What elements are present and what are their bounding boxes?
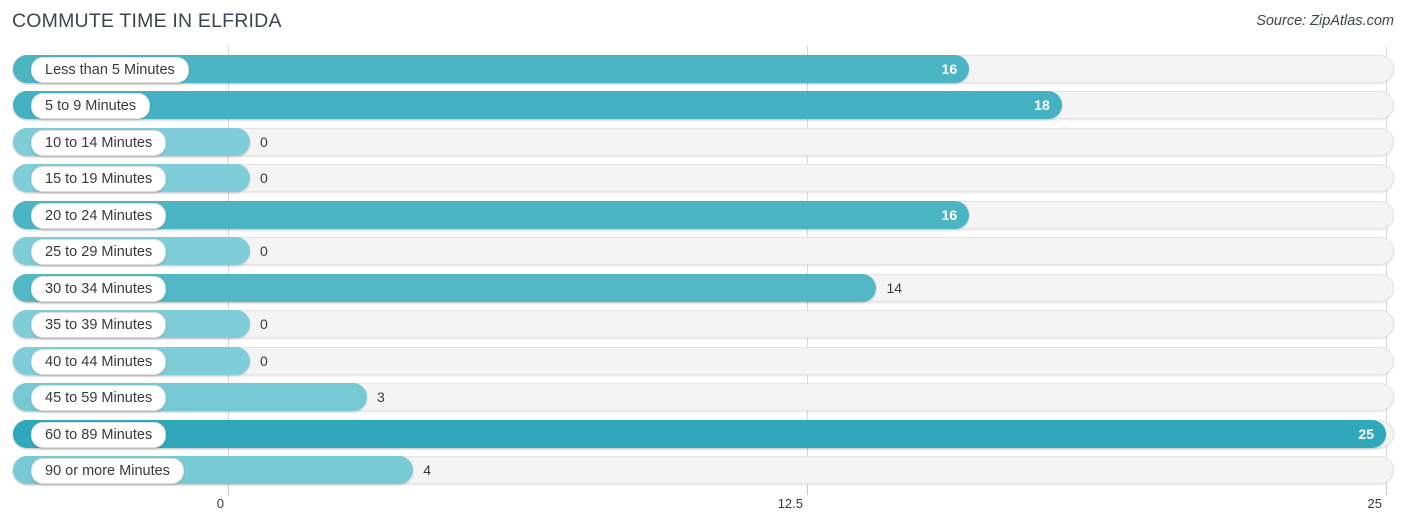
table-row[interactable]: 25 to 29 Minutes 0 bbox=[13, 237, 1394, 266]
plot-area: Less than 5 Minutes 16 5 to 9 Minutes 18 10 … bbox=[0, 46, 1406, 486]
category-label: 5 to 9 Minutes bbox=[31, 93, 151, 120]
value-bar[interactable] bbox=[13, 91, 1062, 120]
value-label: 0 bbox=[260, 352, 268, 369]
table-row[interactable]: 30 to 34 Minutes 14 bbox=[13, 273, 1394, 302]
value-label: 16 bbox=[941, 61, 958, 77]
table-row[interactable]: 20 to 24 Minutes 16 bbox=[13, 200, 1394, 229]
chart-header: COMMUTE TIME IN ELFRIDA Source: ZipAtlas… bbox=[0, 0, 1406, 46]
table-row[interactable]: 90 or more Minutes 4 bbox=[13, 455, 1394, 484]
value-label: 0 bbox=[260, 170, 268, 187]
table-row[interactable]: 60 to 89 Minutes 25 bbox=[13, 419, 1394, 448]
table-row[interactable]: 40 to 44 Minutes 0 bbox=[13, 346, 1394, 375]
value-label: 25 bbox=[1358, 425, 1374, 442]
table-row[interactable]: 10 to 14 Minutes 0 bbox=[13, 127, 1394, 156]
value-bar[interactable] bbox=[13, 419, 1386, 448]
table-row[interactable]: Less than 5 Minutes 16 bbox=[13, 55, 1394, 83]
page-title: COMMUTE TIME IN ELFRIDA bbox=[12, 10, 282, 32]
value-label: 14 bbox=[886, 279, 903, 296]
source-attribution: Source: ZipAtlas.com bbox=[1256, 13, 1394, 29]
x-axis: 0 12.5 25 bbox=[0, 486, 1406, 524]
axis-tick-label: 12.5 bbox=[777, 496, 803, 511]
table-row[interactable]: 45 to 59 Minutes 3 bbox=[13, 383, 1394, 412]
value-label: 18 bbox=[1034, 97, 1050, 114]
category-label: 20 to 24 Minutes bbox=[31, 202, 167, 229]
bar-rows: Less than 5 Minutes 16 5 to 9 Minutes 18 10 … bbox=[0, 46, 1406, 486]
table-row[interactable]: 15 to 19 Minutes 0 bbox=[13, 164, 1394, 193]
value-label: 16 bbox=[941, 206, 958, 223]
table-row[interactable]: 35 to 39 Minutes 0 bbox=[13, 310, 1394, 339]
axis-tick bbox=[228, 486, 229, 495]
category-label: 25 to 29 Minutes bbox=[31, 239, 167, 266]
value-label: 4 bbox=[423, 461, 432, 478]
value-label: 0 bbox=[260, 243, 268, 260]
category-label: Less than 5 Minutes bbox=[31, 57, 189, 83]
category-label: 45 to 59 Minutes bbox=[31, 385, 167, 412]
category-label: 35 to 39 Minutes bbox=[31, 312, 167, 339]
value-label: 3 bbox=[376, 389, 385, 406]
table-row[interactable]: 5 to 9 Minutes 18 bbox=[13, 91, 1394, 120]
category-label: 15 to 19 Minutes bbox=[31, 166, 167, 193]
value-label: 0 bbox=[260, 316, 268, 333]
category-label: 40 to 44 Minutes bbox=[31, 348, 167, 375]
category-label: 60 to 89 Minutes bbox=[31, 421, 167, 448]
category-label: 90 or more Minutes bbox=[31, 457, 184, 484]
category-label: 30 to 34 Minutes bbox=[31, 275, 167, 302]
axis-tick bbox=[807, 486, 808, 495]
axis-tick bbox=[1386, 486, 1387, 495]
axis-tick-label: 25 bbox=[1367, 496, 1382, 511]
axis-tick-label: 0 bbox=[216, 496, 224, 511]
category-label: 10 to 14 Minutes bbox=[31, 129, 167, 156]
value-label: 0 bbox=[260, 133, 268, 150]
